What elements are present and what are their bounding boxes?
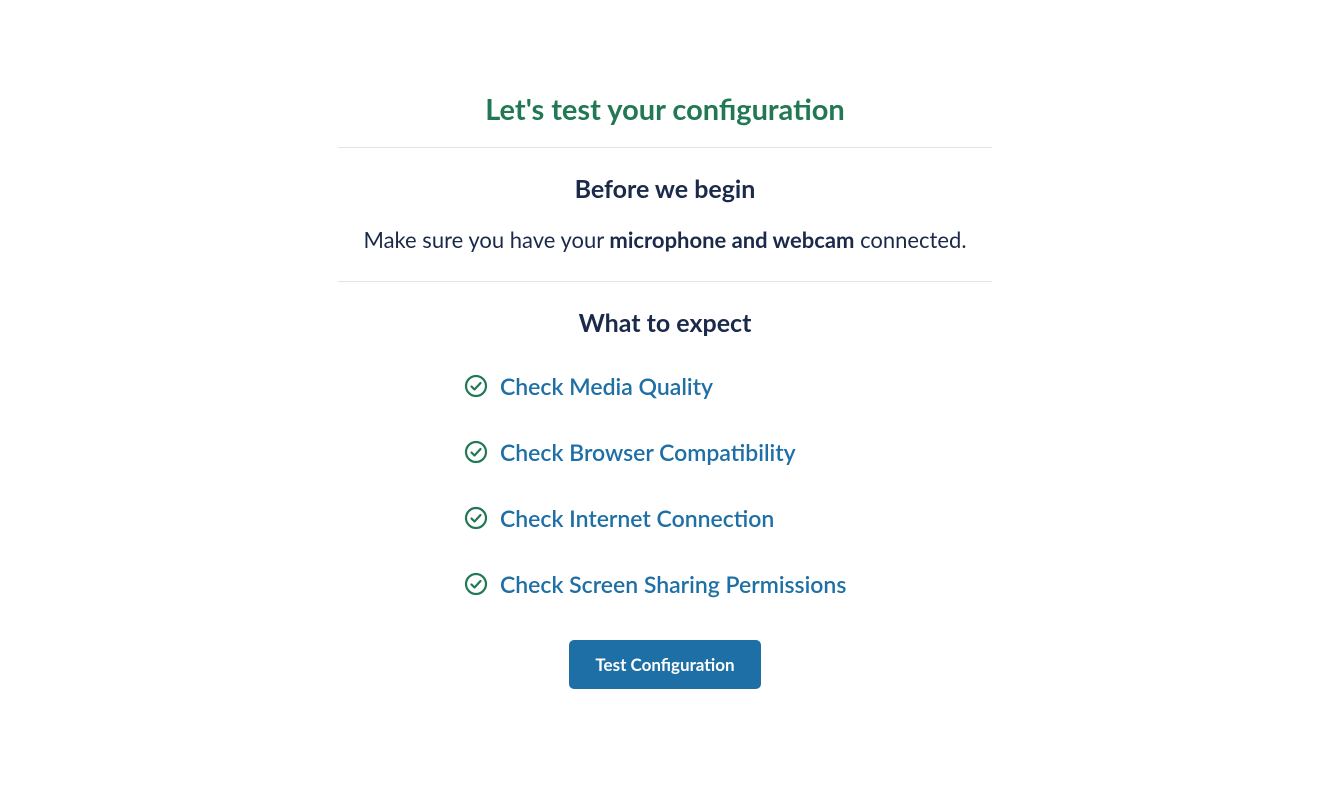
page-title: Let's test your configuration <box>338 92 992 147</box>
instruction-suffix: connected. <box>854 226 966 253</box>
instruction-bold: microphone and webcam <box>609 226 854 253</box>
instruction-prefix: Make sure you have your <box>363 226 609 253</box>
config-test-panel: Let's test your configuration Before we … <box>338 0 992 689</box>
check-label: Check Browser Compatibility <box>500 438 796 466</box>
check-circle-icon <box>464 572 488 596</box>
check-label: Check Screen Sharing Permissions <box>500 570 846 598</box>
check-circle-icon <box>464 506 488 530</box>
check-item-internet: Check Internet Connection <box>464 504 992 532</box>
check-item-browser: Check Browser Compatibility <box>464 438 992 466</box>
divider <box>338 147 992 148</box>
before-heading: Before we begin <box>338 174 992 204</box>
button-wrap: Test Configuration <box>338 640 992 689</box>
instruction-text: Make sure you have your microphone and w… <box>338 226 992 253</box>
check-circle-icon <box>464 440 488 464</box>
check-circle-icon <box>464 374 488 398</box>
divider <box>338 281 992 282</box>
check-list: Check Media Quality Check Browser Compat… <box>338 372 992 598</box>
check-item-screenshare: Check Screen Sharing Permissions <box>464 570 992 598</box>
test-configuration-button[interactable]: Test Configuration <box>569 640 760 689</box>
check-label: Check Internet Connection <box>500 504 774 532</box>
check-label: Check Media Quality <box>500 372 713 400</box>
check-item-media: Check Media Quality <box>464 372 992 400</box>
expect-heading: What to expect <box>338 308 992 338</box>
